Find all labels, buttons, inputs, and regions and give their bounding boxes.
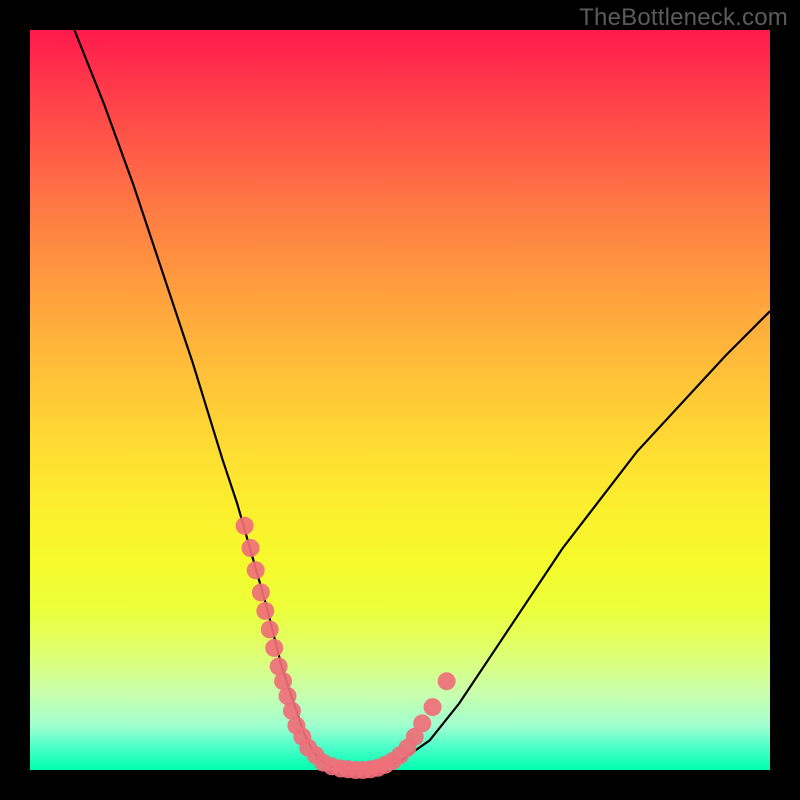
marker-point bbox=[438, 672, 456, 690]
chart-svg bbox=[30, 30, 770, 770]
marker-point bbox=[265, 639, 283, 657]
data-markers bbox=[236, 517, 456, 779]
marker-point bbox=[247, 561, 265, 579]
marker-point bbox=[242, 539, 260, 557]
watermark-text: TheBottleneck.com bbox=[579, 4, 788, 32]
marker-point bbox=[252, 583, 270, 601]
chart-frame: TheBottleneck.com bbox=[0, 0, 800, 800]
bottleneck-curve bbox=[74, 30, 770, 770]
marker-point bbox=[261, 620, 279, 638]
marker-point bbox=[256, 602, 274, 620]
marker-point bbox=[424, 698, 442, 716]
marker-point bbox=[236, 517, 254, 535]
marker-point bbox=[413, 714, 431, 732]
